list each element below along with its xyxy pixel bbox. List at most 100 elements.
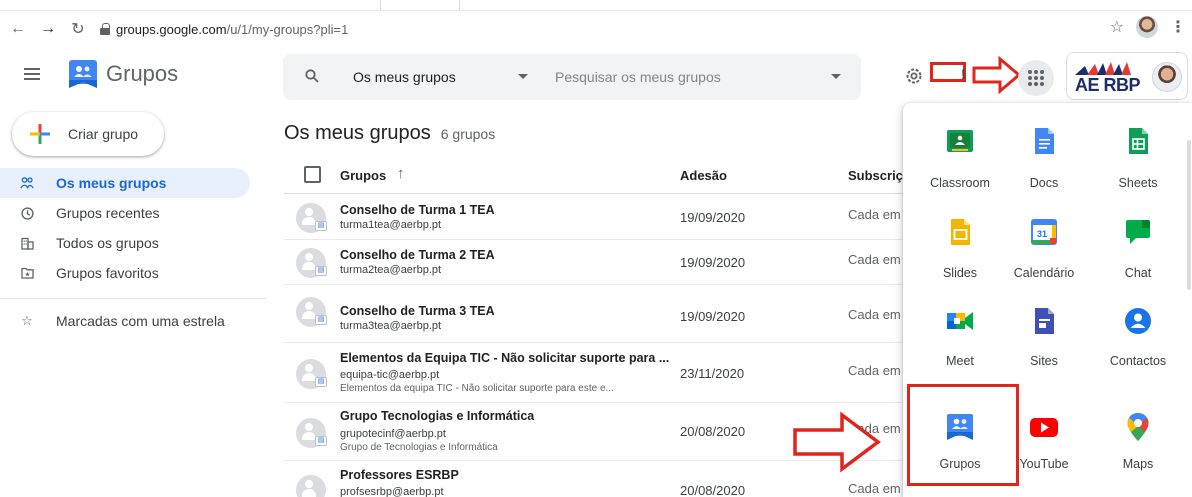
slides-icon	[951, 219, 970, 245]
contacts-icon	[1125, 308, 1151, 334]
app-sites[interactable]: Sites	[1001, 297, 1087, 375]
app-label: Slides	[942, 266, 978, 280]
google-apps-icon[interactable]	[1018, 60, 1054, 96]
app-classroom[interactable]: Classroom	[917, 117, 1003, 195]
group-badge-icon: ▤	[315, 221, 327, 231]
group-name[interactable]: Grupo Tecnologias e Informática	[340, 409, 534, 423]
back-icon[interactable]: ←	[6, 17, 30, 41]
sidebar-item-label: Grupos recentes	[56, 205, 160, 221]
search-scope-select[interactable]: Os meus grupos	[353, 69, 456, 85]
people-icon	[20, 176, 34, 190]
page-title-text: Os meus grupos	[284, 122, 431, 144]
avatar[interactable]	[1152, 62, 1182, 92]
plus-icon	[30, 124, 50, 144]
forward-icon[interactable]: →	[36, 17, 60, 41]
app-title: Grupos	[106, 61, 179, 86]
browser-toolbar: ← → ↻ groups.google.com/u/1/my-groups?pl…	[0, 12, 1192, 46]
sidebar-item-label: Todos os grupos	[56, 235, 159, 251]
group-email: turma1tea@aerbp.pt	[340, 219, 442, 231]
search-input[interactable]: Pesquisar os meus grupos	[555, 69, 721, 85]
sidebar-item-all-groups[interactable]: Todos os grupos	[0, 228, 250, 258]
group-description: Grupo de Tecnologias e Informática	[340, 442, 498, 453]
select-all-checkbox[interactable]	[304, 166, 321, 183]
school-logo-text: AE RBP	[1075, 75, 1141, 95]
sidebar-item-recent-groups[interactable]: Grupos recentes	[0, 198, 250, 228]
search-icon[interactable]	[305, 69, 319, 83]
bookmark-star-icon[interactable]: ☆	[1110, 17, 1124, 37]
table-row[interactable]: ▤ Conselho de Turma 2 TEA turma2tea@aerb…	[284, 240, 904, 285]
tab-strip-divider	[0, 10, 1192, 11]
group-name[interactable]: Conselho de Turma 1 TEA	[340, 203, 495, 217]
group-subscription[interactable]: Cada em	[848, 252, 901, 267]
lock-icon	[100, 23, 110, 35]
app-calendar[interactable]: 31 Calendário	[1001, 208, 1087, 286]
group-joined-date: 20/08/2020	[680, 424, 746, 439]
group-name[interactable]: Professores ESRBP	[340, 468, 459, 482]
group-subscription[interactable]: Cada em	[848, 207, 901, 222]
feedback-icon[interactable]: !	[961, 66, 966, 82]
page-title: Os meus grupos 6 grupos	[284, 122, 495, 145]
app-label: Chat	[1124, 266, 1152, 280]
apps-panel-scrollbar[interactable]	[1187, 140, 1191, 290]
group-name[interactable]: Elementos da Equipa TIC - Não solicitar …	[340, 351, 669, 365]
annotation-arrow	[972, 56, 1022, 94]
tab-strip	[0, 0, 1192, 12]
create-group-button[interactable]: Criar grupo	[12, 112, 164, 156]
app-meet[interactable]: Meet	[917, 297, 1003, 375]
address-bar[interactable]: groups.google.com/u/1/my-groups?pli=1	[100, 15, 1140, 43]
group-joined-date: 23/11/2020	[680, 366, 745, 381]
main-menu-icon[interactable]	[24, 68, 40, 80]
group-name[interactable]: Conselho de Turma 3 TEA	[340, 304, 495, 318]
app-maps[interactable]: Maps	[1095, 403, 1181, 481]
column-header-groups[interactable]: Grupos	[340, 168, 386, 183]
star-icon: ☆	[21, 313, 33, 328]
url-path: /u/1/my-groups?pli=1	[226, 21, 349, 37]
sidebar-item-favorite-groups[interactable]: Grupos favoritos	[0, 258, 250, 288]
school-logo-icon	[1075, 62, 1131, 75]
app-sheets[interactable]: Sheets	[1095, 117, 1181, 195]
app-label: Sites	[1030, 354, 1058, 368]
reload-icon[interactable]: ↻	[66, 17, 90, 41]
table-row[interactable]: ▤ Conselho de Turma 3 TEA turma3tea@aerb…	[284, 285, 904, 343]
sort-ascending-icon[interactable]: ↑	[397, 165, 405, 182]
group-badge-icon: ▤	[315, 266, 327, 276]
sites-icon	[1035, 308, 1054, 334]
active-tab[interactable]	[380, 0, 460, 10]
column-header-joined[interactable]: Adesão	[680, 168, 727, 183]
app-docs[interactable]: Docs	[1001, 117, 1087, 195]
clock-icon	[20, 206, 34, 220]
table-row[interactable]: ▤ Elementos da Equipa TIC - Não solicita…	[284, 343, 904, 403]
group-subscription[interactable]: Cada em	[848, 481, 901, 496]
group-subscription[interactable]: Cada em	[848, 363, 901, 378]
gear-icon[interactable]	[904, 66, 924, 86]
group-email: equipa-tic@aerbp.pt	[340, 369, 440, 381]
group-joined-date: 19/09/2020	[680, 309, 746, 324]
browser-profile-avatar[interactable]	[1136, 16, 1158, 38]
docs-icon	[1035, 128, 1054, 154]
group-subscription[interactable]: Cada em	[848, 307, 901, 322]
app-chat[interactable]: Chat	[1095, 208, 1181, 286]
create-group-label: Criar grupo	[68, 126, 139, 142]
sidebar-item-starred[interactable]: ☆ Marcadas com uma estrela	[0, 306, 250, 336]
app-slides[interactable]: Slides	[917, 208, 1003, 286]
group-joined-date: 19/09/2020	[680, 210, 746, 225]
sidebar-item-my-groups[interactable]: Os meus grupos	[0, 168, 250, 198]
browser-menu-icon[interactable]: ⋮	[1170, 17, 1186, 37]
chevron-down-icon[interactable]	[518, 74, 528, 79]
group-avatar-icon	[296, 475, 326, 497]
group-badge-icon: ▤	[315, 377, 327, 387]
group-email: grupotecinf@aerbp.pt	[340, 428, 446, 440]
search-options-chevron-icon[interactable]	[831, 74, 841, 79]
url-domain: groups.google.com	[116, 21, 227, 37]
table-row[interactable]: ▤ Conselho de Turma 1 TEA turma1tea@aerb…	[284, 195, 904, 240]
column-header-subscription[interactable]: Subscriç	[848, 168, 903, 183]
sidebar-divider	[0, 298, 266, 299]
annotation-highlight-box	[907, 384, 1019, 486]
group-name[interactable]: Conselho de Turma 2 TEA	[340, 248, 495, 262]
app-label: Sheets	[1118, 176, 1158, 190]
search-bar[interactable]: Os meus grupos Pesquisar os meus grupos	[283, 54, 861, 100]
group-joined-date: 20/08/2020	[680, 483, 746, 497]
account-switcher[interactable]: AE RBP	[1066, 52, 1188, 100]
app-contacts[interactable]: Contactos	[1095, 297, 1181, 375]
sidebar-item-label: Marcadas com uma estrela	[56, 313, 225, 329]
